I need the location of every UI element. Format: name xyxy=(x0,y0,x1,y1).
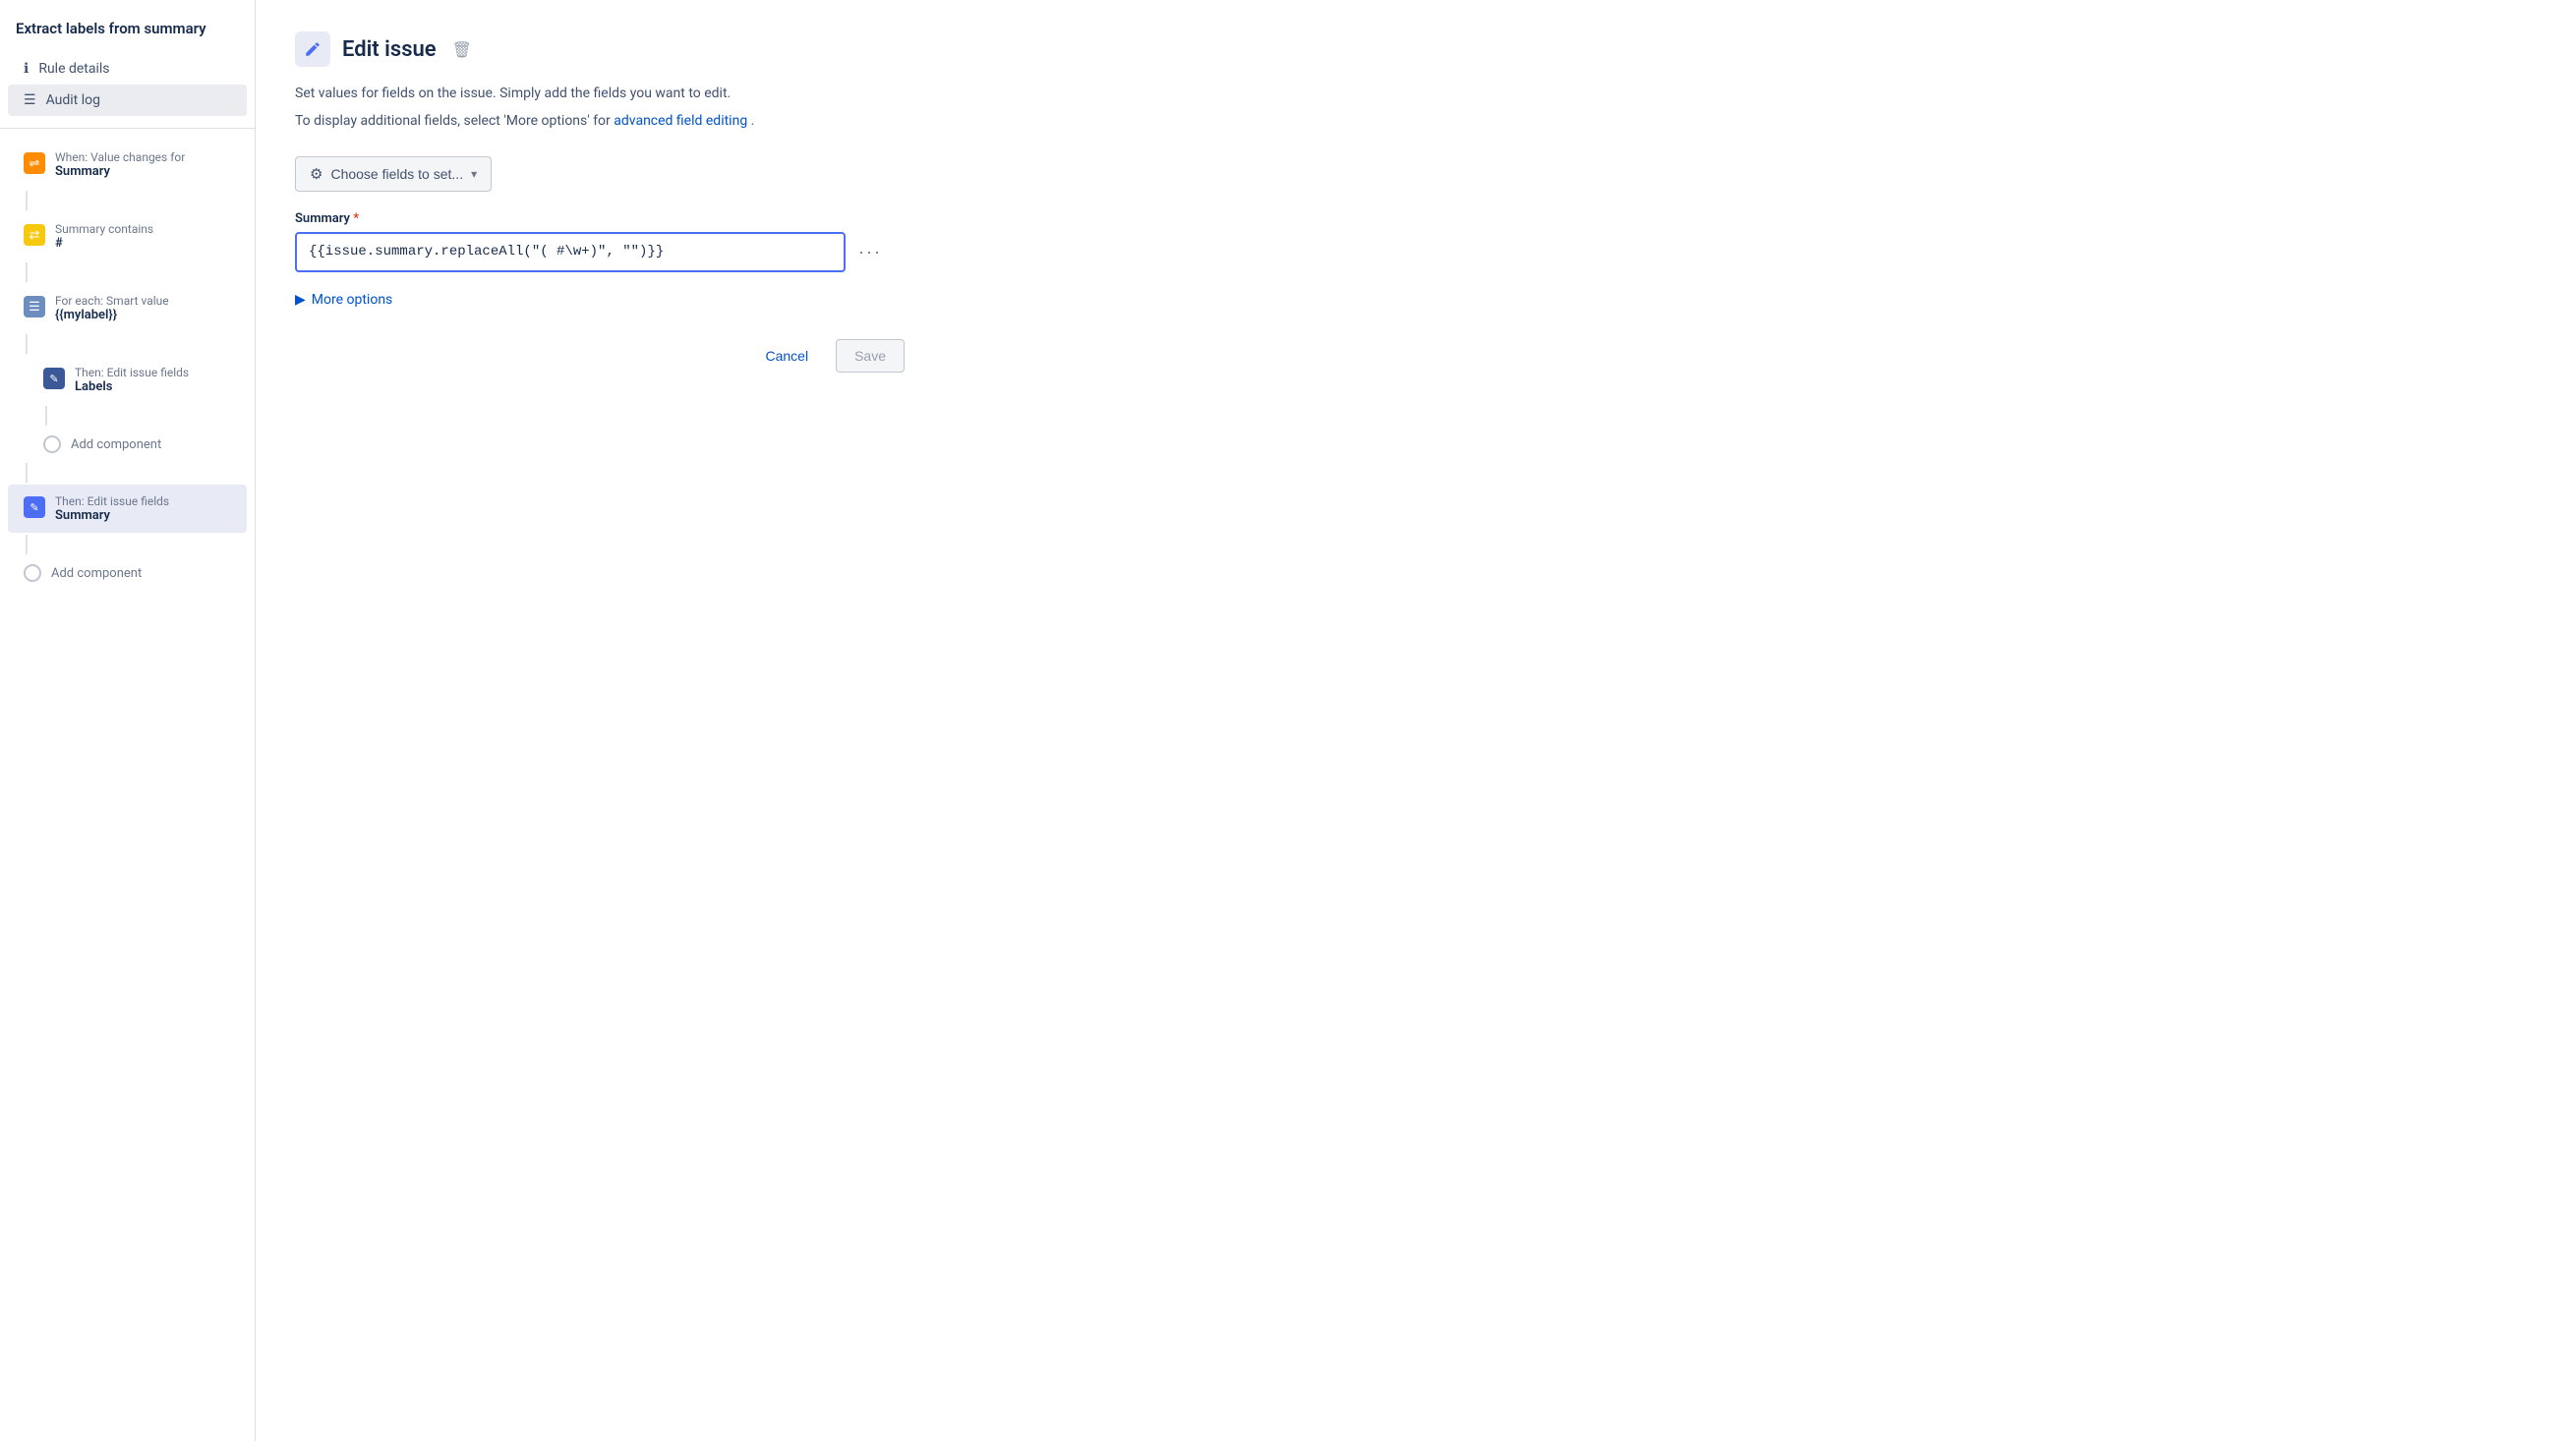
sidebar-nav-audit-log[interactable]: ☰ Audit log xyxy=(8,85,247,116)
sidebar-step-summary-contains[interactable]: ⇄ Summary contains # xyxy=(8,212,247,260)
add-component-outer-label: Add component xyxy=(51,566,142,581)
sidebar-nav-rule-details[interactable]: ℹ Rule details xyxy=(8,53,247,85)
description-suffix: . xyxy=(751,113,755,129)
when-step-text: When: Value changes for Summary xyxy=(55,150,231,179)
gear-icon: ⚙ xyxy=(310,165,322,183)
then-labels-step-text: Then: Edit issue fields Labels xyxy=(75,366,231,394)
then-summary-label: Then: Edit issue fields xyxy=(55,494,231,508)
sidebar-step-then-summary[interactable]: ✎ Then: Edit issue fields Summary xyxy=(8,485,247,533)
cancel-button[interactable]: Cancel xyxy=(747,339,826,373)
connector-line-1 xyxy=(26,191,28,210)
choose-fields-button[interactable]: ⚙ Choose fields to set... ▾ xyxy=(295,156,492,192)
summary-contains-label: Summary contains xyxy=(55,222,231,236)
more-options-row[interactable]: ▶ More options xyxy=(295,292,2537,308)
for-each-step-text: For each: Smart value {{mylabel}} xyxy=(55,294,231,322)
summary-input-row: ··· xyxy=(295,232,2537,272)
description-text-1: Set values for fields on the issue. Simp… xyxy=(295,83,2537,104)
summary-field-label: Summary * xyxy=(295,211,2537,226)
connector-line-4 xyxy=(45,406,47,426)
description-text-2: To display additional fields, select 'Mo… xyxy=(295,110,2537,132)
summary-field-container: Summary * ··· xyxy=(295,211,2537,272)
then-labels-value: Labels xyxy=(75,379,231,394)
sidebar-title: Extract labels from summary xyxy=(0,20,255,53)
add-component-outer-icon xyxy=(24,564,41,582)
rule-details-icon: ℹ xyxy=(24,61,29,77)
save-button[interactable]: Save xyxy=(836,339,905,373)
required-marker: * xyxy=(350,211,359,226)
summary-input[interactable] xyxy=(295,232,846,272)
for-each-value: {{mylabel}} xyxy=(55,308,231,322)
sidebar: Extract labels from summary ℹ Rule detai… xyxy=(0,0,256,1441)
sidebar-nav-audit-log-label: Audit log xyxy=(46,92,100,108)
connector-line-5 xyxy=(26,463,28,483)
sidebar-step-for-each[interactable]: ☰ For each: Smart value {{mylabel}} xyxy=(8,284,247,332)
connector-line-2 xyxy=(26,262,28,282)
edit-issue-title: Edit issue xyxy=(342,37,437,62)
connector-line-6 xyxy=(26,535,28,554)
ellipsis-button[interactable]: ··· xyxy=(855,237,885,266)
when-step-icon: ⇌ xyxy=(24,152,45,174)
when-step-label: When: Value changes for xyxy=(55,150,231,164)
edit-issue-icon-box xyxy=(295,31,330,67)
then-labels-step-icon: ✎ xyxy=(43,368,65,389)
summary-contains-step-icon: ⇄ xyxy=(24,224,45,246)
edit-issue-header: Edit issue 🗑 xyxy=(295,31,2537,67)
audit-log-icon: ☰ xyxy=(24,92,36,108)
for-each-label: For each: Smart value xyxy=(55,294,231,308)
chevron-right-icon: ▶ xyxy=(295,292,306,308)
then-summary-value: Summary xyxy=(55,508,231,523)
connector-line-3 xyxy=(26,334,28,354)
sidebar-step-then-labels[interactable]: ✎ Then: Edit issue fields Labels xyxy=(28,356,247,404)
pencil-icon xyxy=(304,40,322,58)
choose-fields-label: Choose fields to set... xyxy=(330,166,463,182)
then-labels-label: Then: Edit issue fields xyxy=(75,366,231,379)
add-component-inner-icon xyxy=(43,435,61,453)
for-each-step-icon: ☰ xyxy=(24,296,45,317)
sidebar-step-when[interactable]: ⇌ When: Value changes for Summary xyxy=(8,141,247,189)
advanced-field-editing-link[interactable]: advanced field editing xyxy=(614,113,747,129)
more-options-label: More options xyxy=(312,292,393,308)
add-component-inner-label: Add component xyxy=(71,437,161,452)
summary-contains-value: # xyxy=(55,236,231,251)
add-component-inner[interactable]: Add component xyxy=(28,428,247,461)
summary-contains-step-text: Summary contains # xyxy=(55,222,231,251)
when-step-value: Summary xyxy=(55,164,231,179)
then-summary-step-icon: ✎ xyxy=(24,496,45,518)
description-prefix: To display additional fields, select 'Mo… xyxy=(295,113,614,129)
chevron-down-icon: ▾ xyxy=(471,167,477,181)
action-buttons: Cancel Save xyxy=(295,339,905,373)
main-content: Edit issue 🗑 Set values for fields on th… xyxy=(256,0,2576,1441)
then-summary-step-text: Then: Edit issue fields Summary xyxy=(55,494,231,523)
add-component-outer[interactable]: Add component xyxy=(8,556,247,590)
delete-icon[interactable]: 🗑 xyxy=(452,40,472,59)
sidebar-divider xyxy=(0,128,255,129)
sidebar-nav-rule-details-label: Rule details xyxy=(38,61,109,77)
